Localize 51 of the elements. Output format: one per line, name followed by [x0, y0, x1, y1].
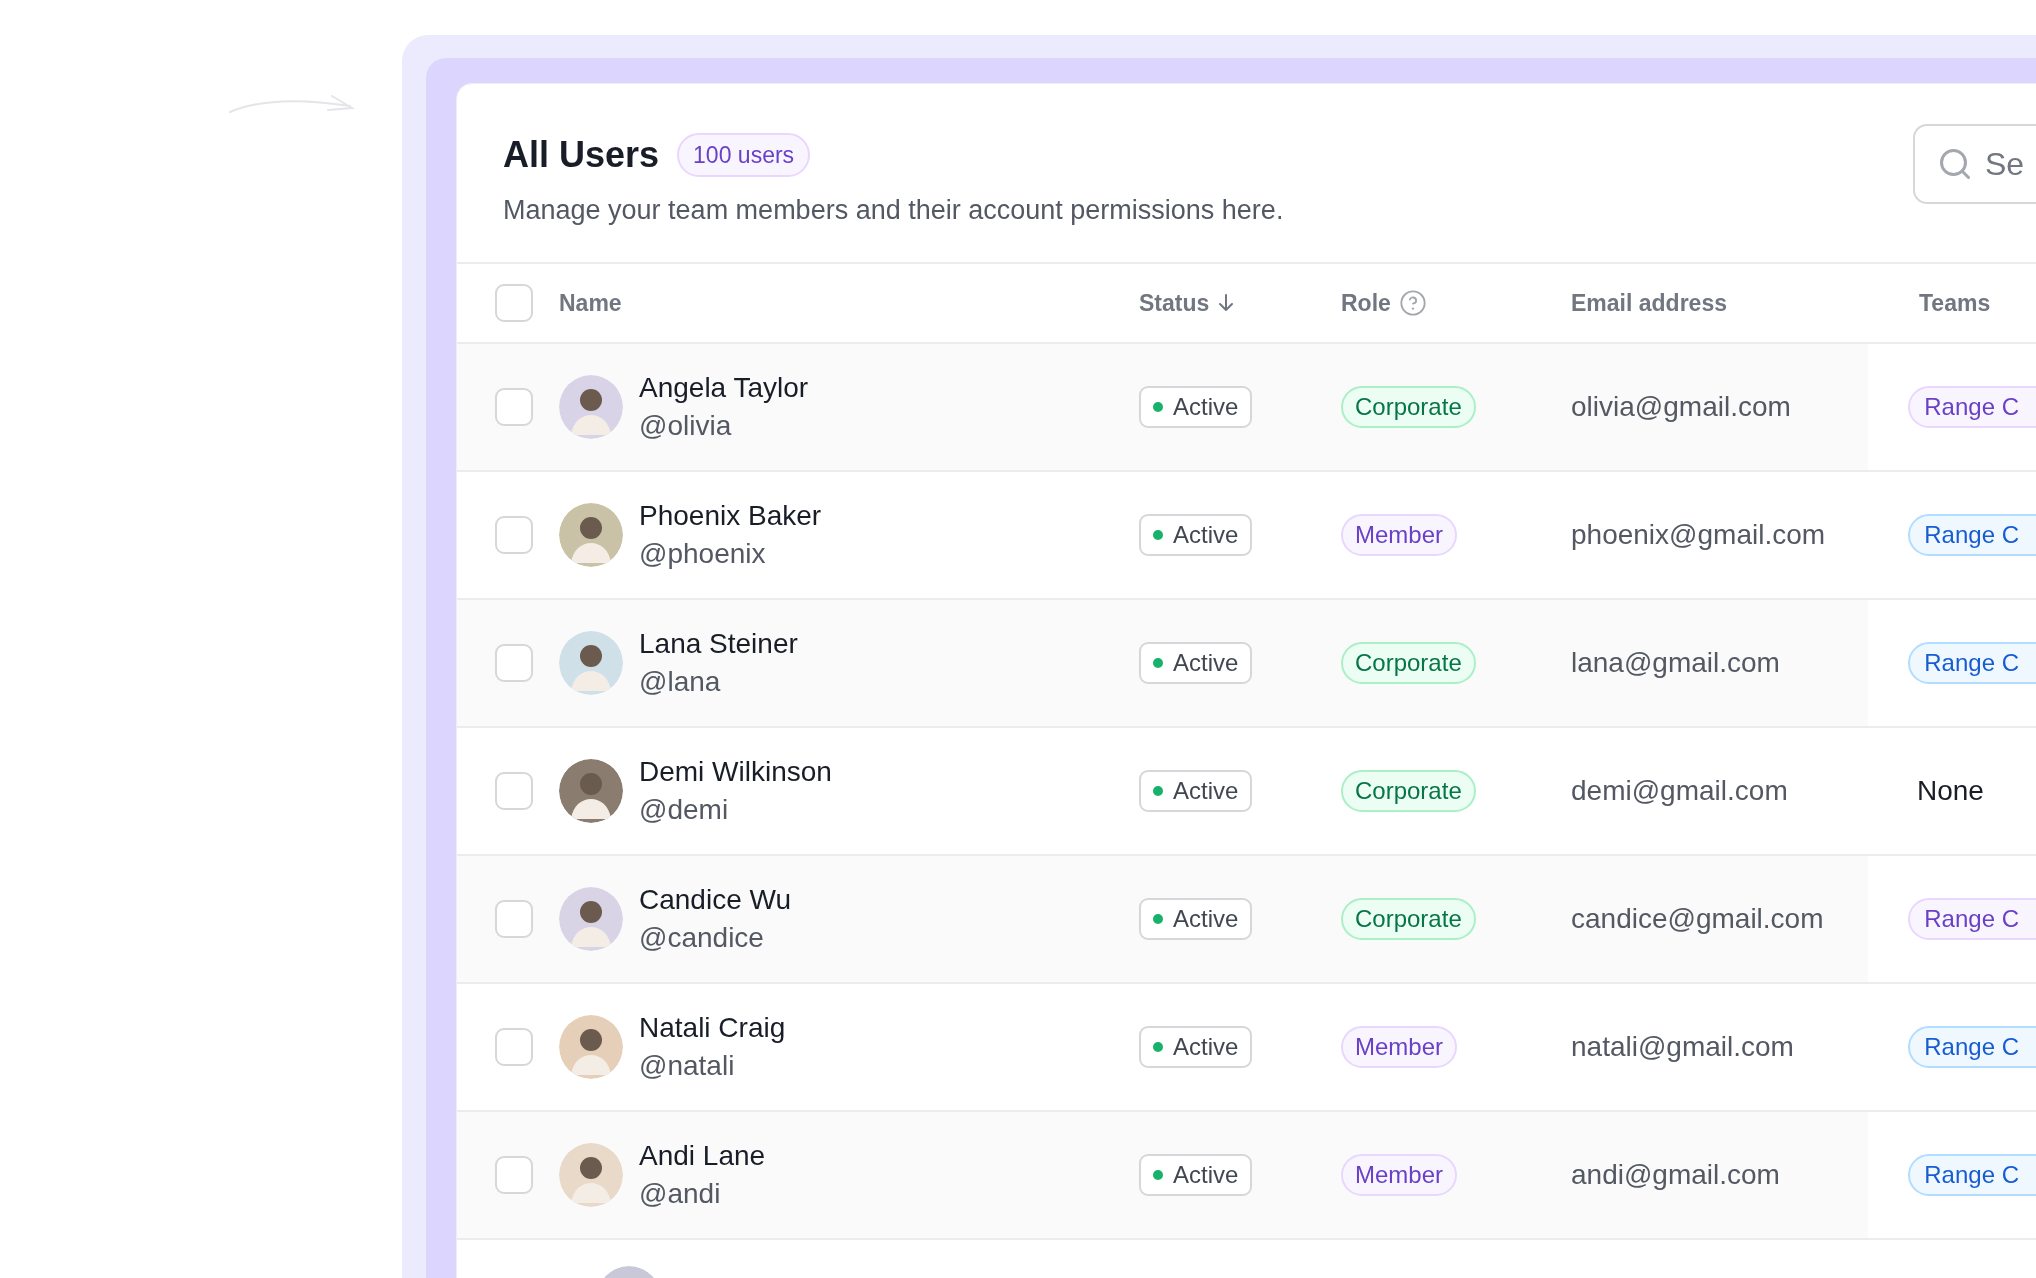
role-badge: Corporate [1341, 386, 1476, 428]
search-field[interactable]: Se [1913, 124, 2036, 204]
user-handle: @candice [639, 921, 765, 955]
status-badge: Active [1139, 1154, 1253, 1196]
column-header: Name [559, 288, 622, 318]
user-name: Phoenix Baker [639, 499, 822, 533]
user-handle: @demi [639, 793, 730, 827]
user-name: Candice Wu [639, 883, 791, 917]
column-header: Role [1341, 288, 1391, 318]
team-badge: Range C [1908, 642, 2036, 684]
role-badge: Corporate [1341, 898, 1476, 940]
status-badge: Active [1139, 770, 1253, 812]
role-badge: Member [1341, 514, 1458, 556]
email-text: candice@gmail.com [1571, 902, 1824, 936]
email-text: andi@gmail.com [1571, 1158, 1780, 1192]
status-badge: Active [1139, 1026, 1253, 1068]
status-badge: Active [1139, 514, 1253, 556]
user-name: Andi Lane [639, 1139, 766, 1173]
email-text: olivia@gmail.com [1571, 390, 1791, 424]
team-badge: Range C [1908, 898, 2036, 940]
team-badge: Range C [1908, 1026, 2036, 1068]
count-badge: 100 users [677, 132, 811, 178]
user-handle: @natali [639, 1049, 736, 1083]
user-handle: @olivia [639, 409, 733, 443]
status-badge: Active [1139, 898, 1253, 940]
role-badge: Member [1341, 1026, 1458, 1068]
role-badge: Corporate [1341, 770, 1476, 812]
column-header: Email address [1571, 288, 1727, 318]
email-text: demi@gmail.com [1571, 774, 1788, 808]
email-text: lana@gmail.com [1571, 646, 1780, 680]
user-handle: @andi [639, 1177, 722, 1211]
email-text: natali@gmail.com [1571, 1030, 1794, 1064]
team-badge: Range C [1908, 386, 2036, 428]
user-name: Angela Taylor [639, 371, 809, 405]
user-handle: @phoenix [639, 537, 767, 571]
team-badge: Range C [1908, 514, 2036, 556]
user-name: Natali Craig [639, 1011, 786, 1045]
user-name: Demi Wilkinson [639, 755, 832, 789]
team-text: None [1917, 774, 1984, 808]
page-title: All Users [503, 133, 660, 177]
role-badge: Member [1341, 1154, 1458, 1196]
email-text: phoenix@gmail.com [1571, 518, 1826, 552]
role-badge: Corporate [1341, 642, 1476, 684]
status-badge: Active [1139, 386, 1253, 428]
status-badge: Active [1139, 642, 1253, 684]
team-badge: Range C [1908, 1154, 2036, 1196]
user-name: Lana Steiner [639, 627, 798, 661]
column-header: Teams [1919, 288, 1991, 318]
user-handle: @lana [639, 665, 722, 699]
page-subtitle: Manage your team members and their account permissions here. [503, 194, 1285, 227]
column-header: Status [1139, 288, 1210, 318]
